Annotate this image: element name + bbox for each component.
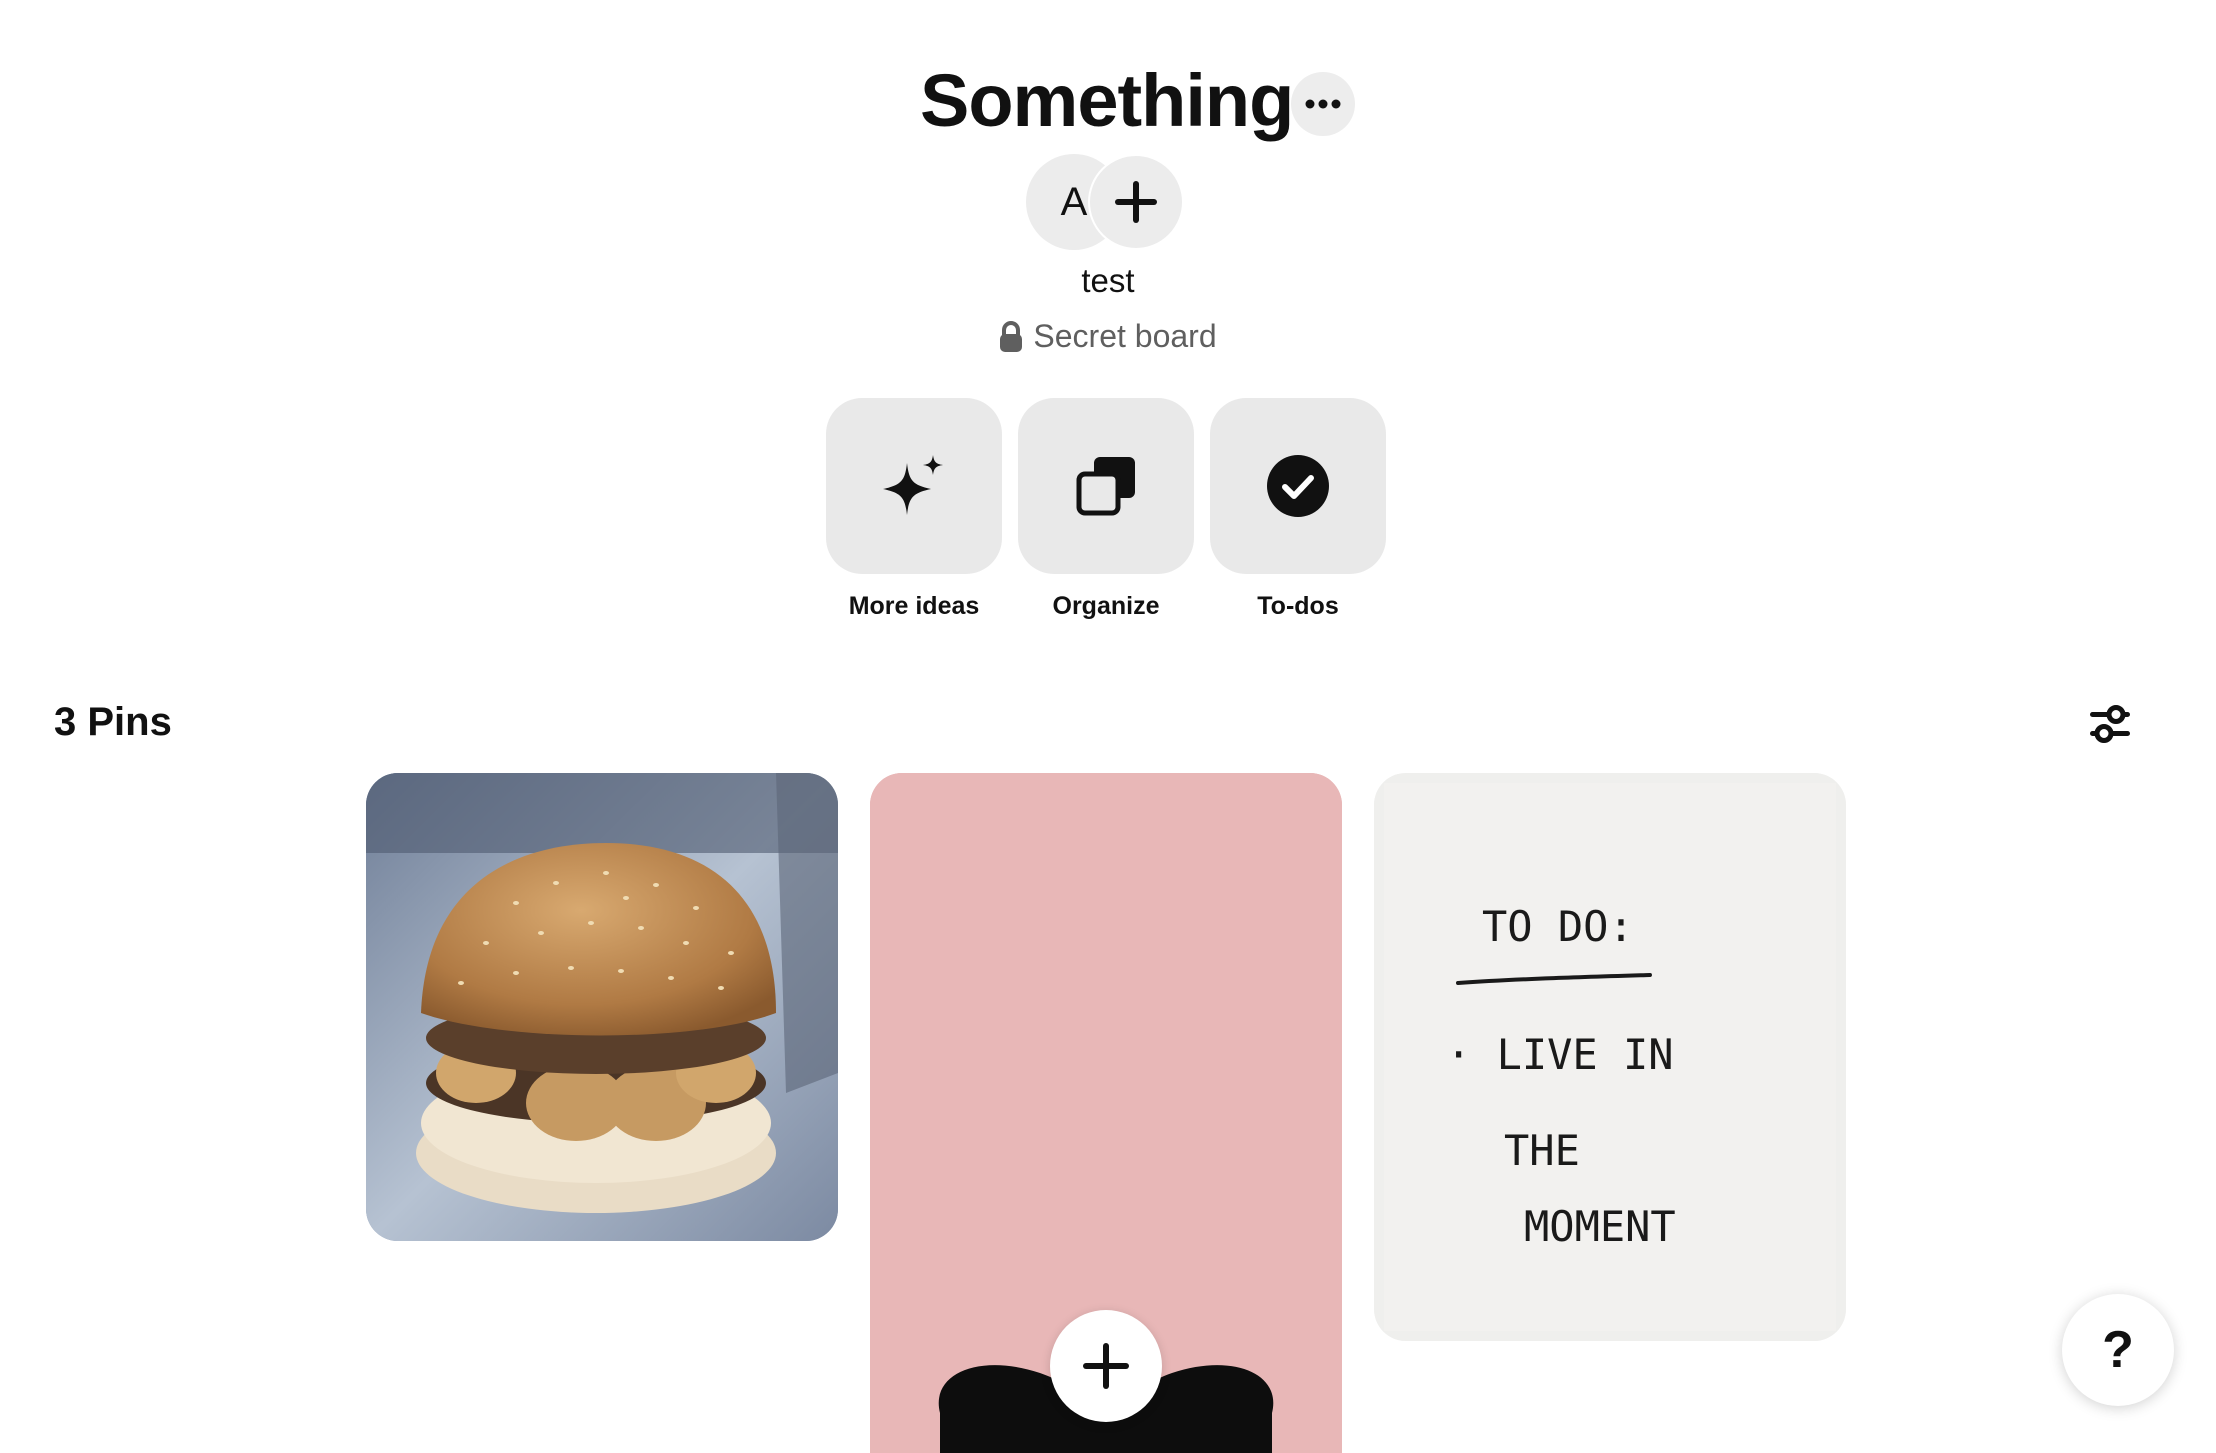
organize-button[interactable]: Organize (1018, 398, 1194, 621)
checkmark-circle-icon (1267, 455, 1329, 517)
to-dos-label: To-dos (1257, 592, 1339, 620)
board-tools: More ideas Organize To-dos (826, 398, 1386, 621)
plus-icon (1115, 181, 1157, 223)
note-line-1: TO DO: (1482, 902, 1634, 951)
handwritten-note-image: TO DO: · LIVE IN THE MOMENT (1374, 773, 1846, 1341)
ellipsis-icon (1305, 99, 1341, 109)
sliders-icon (2090, 705, 2130, 743)
pins-count: 3 Pins (54, 700, 172, 744)
note-line-4: MOMENT (1524, 1202, 1676, 1251)
organize-tile[interactable] (1018, 398, 1194, 574)
add-pin-button[interactable] (1050, 1310, 1162, 1422)
plus-icon (1083, 1343, 1129, 1389)
burger-photo (366, 773, 838, 1241)
organize-icon (1076, 457, 1135, 516)
to-dos-button[interactable]: To-dos (1210, 398, 1386, 621)
board-visibility: Secret board (0, 318, 2216, 355)
help-label: ? (2102, 1321, 2134, 1379)
add-collaborator-button[interactable] (1088, 154, 1184, 250)
pin-card[interactable] (366, 773, 838, 1241)
board-header: Something (0, 56, 2216, 146)
board-owner-name: test (1081, 262, 1135, 299)
more-ideas-button[interactable]: More ideas (826, 398, 1002, 621)
help-button[interactable]: ? (2062, 1294, 2174, 1406)
board-more-options-button[interactable] (1291, 72, 1355, 136)
more-ideas-label: More ideas (848, 592, 980, 620)
more-ideas-tile[interactable] (826, 398, 1002, 574)
visibility-label: Secret board (1033, 318, 1217, 354)
to-dos-tile[interactable] (1210, 398, 1386, 574)
note-line-3: THE (1504, 1126, 1580, 1175)
collaborators: A (1026, 154, 1186, 252)
sparkle-icon (883, 455, 943, 515)
board-title: Something (920, 59, 1294, 142)
filter-button[interactable] (2082, 696, 2138, 752)
lock-icon (1000, 320, 1023, 352)
note-line-2: · LIVE IN (1446, 1030, 1674, 1079)
pin-card[interactable]: TO DO: · LIVE IN THE MOMENT (1374, 773, 1846, 1341)
organize-label: Organize (1052, 592, 1160, 620)
avatar-initial: A (1060, 179, 1088, 224)
